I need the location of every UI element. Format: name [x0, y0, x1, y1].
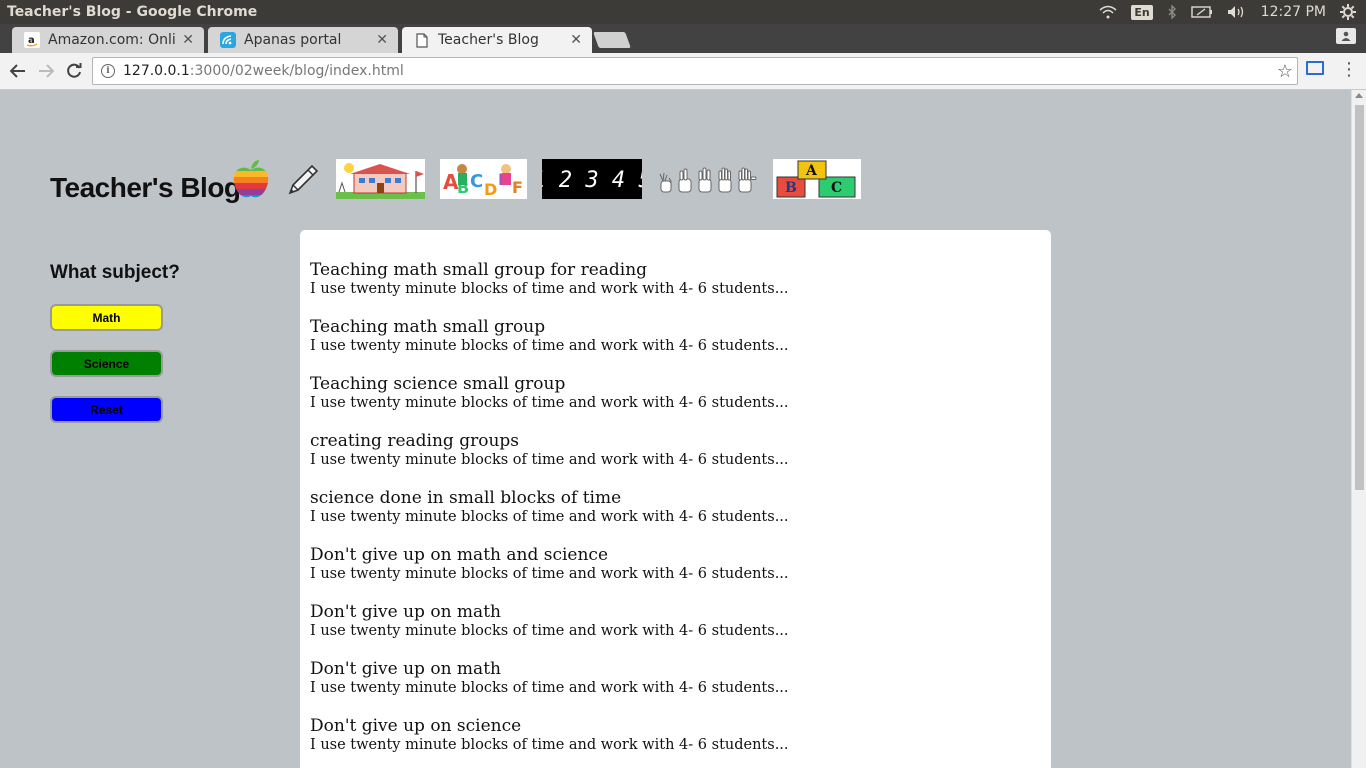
clock[interactable]: 12:27 PM [1261, 4, 1326, 20]
tab-strip: a Amazon.com: Onlin ✕ Apanas portal ✕ Te… [0, 24, 1366, 53]
bookmark-star-icon[interactable]: ☆ [1277, 61, 1293, 82]
tab-teachers-blog[interactable]: Teacher's Blog ✕ [402, 27, 592, 53]
svg-text:a: a [28, 35, 35, 46]
scroll-up-arrow-icon[interactable] [1355, 93, 1363, 98]
vertical-scrollbar[interactable] [1351, 90, 1366, 768]
page-viewport: Teacher's Blog A B C D F 2 3 4 B C A Wha… [0, 90, 1351, 768]
pencil-icon [286, 161, 322, 201]
post-excerpt: I use twenty minute blocks of time and w… [310, 395, 789, 411]
close-icon[interactable]: ✕ [376, 32, 388, 48]
post-excerpt: I use twenty minute blocks of time and w… [310, 623, 789, 639]
post-excerpt: I use twenty minute blocks of time and w… [310, 737, 789, 753]
battery-icon[interactable] [1190, 6, 1213, 18]
post-title[interactable]: creating reading groups [310, 431, 1051, 451]
new-tab-button[interactable] [593, 32, 631, 48]
post-excerpt: I use twenty minute blocks of time and w… [310, 566, 789, 582]
close-icon[interactable]: ✕ [570, 32, 582, 48]
bluetooth-icon[interactable] [1167, 5, 1177, 19]
post-title[interactable]: Don't give up on science [310, 716, 1051, 736]
counting-hands-image [657, 161, 757, 201]
post-title[interactable]: Don't give up on math and science [310, 545, 1051, 565]
volume-icon[interactable] [1227, 5, 1247, 19]
post-title[interactable]: science done in small blocks of time [310, 488, 1051, 508]
browser-toolbar: i 127.0.0.1:3000/02week/blog/index.html … [0, 53, 1366, 90]
close-icon[interactable]: ✕ [182, 32, 194, 48]
reset-button[interactable]: Reset [50, 396, 163, 423]
post-item[interactable]: Teaching math small group I use twenty m… [310, 317, 1051, 374]
url-path: :3000/02week/blog/index.html [189, 63, 404, 79]
post-title[interactable]: Teaching math small group [310, 317, 1051, 337]
block-a-letter: A [805, 163, 818, 179]
subject-heading: What subject? [50, 262, 180, 283]
url-text[interactable]: 127.0.0.1:3000/02week/blog/index.html [123, 63, 404, 79]
post-title[interactable]: Don't give up on math [310, 659, 1051, 679]
post-item[interactable]: Teaching science small group I use twent… [310, 374, 1051, 431]
post-excerpt: I use twenty minute blocks of time and w… [310, 680, 789, 696]
os-top-bar: Teacher's Blog - Google Chrome En 12:27 … [0, 0, 1366, 24]
post-item[interactable]: Don't give up on math I use twenty minut… [310, 659, 1051, 716]
info-icon[interactable]: i [101, 64, 115, 78]
post-item[interactable]: Don't give up on math and science I use … [310, 545, 1051, 602]
post-title[interactable]: Teaching science small group [310, 374, 1051, 394]
header-images: ABCDEF 1 2 3 4 5 B C [230, 158, 861, 204]
tab-label: Amazon.com: Onlin [48, 32, 177, 48]
post-title[interactable]: Don't give up on math [310, 602, 1051, 622]
abc-blocks-image: B C A [773, 159, 861, 203]
tab-label: Apanas portal [244, 32, 342, 48]
forward-arrow-icon[interactable] [34, 59, 58, 83]
alphabet-kids-image: ABCDEF [440, 159, 527, 203]
wifi-icon [220, 32, 236, 48]
post-item[interactable]: creating reading groups I use twenty min… [310, 431, 1051, 488]
back-arrow-icon[interactable] [6, 59, 30, 83]
blog-title: Teacher's Blog [50, 172, 241, 203]
post-excerpt: I use twenty minute blocks of time and w… [310, 452, 789, 468]
post-title[interactable]: Teaching math small group for reading [310, 260, 1051, 280]
svg-text:C: C [470, 171, 483, 192]
tab-apanas-portal[interactable]: Apanas portal ✕ [208, 27, 398, 53]
tab-label: Teacher's Blog [438, 32, 539, 48]
post-item[interactable]: science done in small blocks of time I u… [310, 488, 1051, 545]
scrollbar-thumb[interactable] [1355, 105, 1364, 490]
post-item[interactable]: Don't give up on science I use twenty mi… [310, 716, 1051, 768]
profile-icon[interactable] [1336, 28, 1356, 44]
numbers-12345-image: 1 2 3 4 5 [532, 159, 652, 203]
post-excerpt: I use twenty minute blocks of time and w… [310, 509, 789, 525]
post-excerpt: I use twenty minute blocks of time and w… [310, 338, 789, 354]
math-button[interactable]: Math [50, 304, 163, 331]
block-b-letter: B [785, 180, 797, 196]
address-bar[interactable]: i 127.0.0.1:3000/02week/blog/index.html … [92, 57, 1298, 85]
reload-icon[interactable] [62, 59, 86, 83]
cast-icon[interactable] [1306, 61, 1324, 75]
tab-amazon[interactable]: a Amazon.com: Onlin ✕ [12, 27, 204, 53]
kebab-menu-icon[interactable]: ⋮ [1340, 59, 1358, 80]
url-host: 127.0.0.1 [123, 63, 190, 79]
svg-text:D: D [484, 180, 497, 199]
post-item[interactable]: Teaching math small group for reading I … [310, 260, 1051, 317]
window-title: Teacher's Blog - Google Chrome [7, 4, 258, 20]
svg-text:F: F [512, 178, 523, 197]
wifi-icon[interactable] [1099, 5, 1117, 19]
numbers-text: 1 2 3 4 5 [542, 168, 642, 193]
keyboard-layout-indicator[interactable]: En [1131, 4, 1153, 20]
system-tray: En 12:27 PM [1099, 0, 1366, 24]
school-image [336, 159, 425, 203]
science-button[interactable]: Science [50, 350, 163, 377]
posts-panel: Teaching math small group for reading I … [300, 230, 1051, 768]
block-c-letter: C [831, 180, 842, 196]
apple-icon [230, 158, 272, 204]
post-item[interactable]: Don't give up on math I use twenty minut… [310, 602, 1051, 659]
settings-gear-icon[interactable] [1340, 4, 1356, 20]
amazon-icon: a [24, 32, 40, 48]
post-excerpt: I use twenty minute blocks of time and w… [310, 281, 789, 297]
page-icon [414, 32, 430, 48]
